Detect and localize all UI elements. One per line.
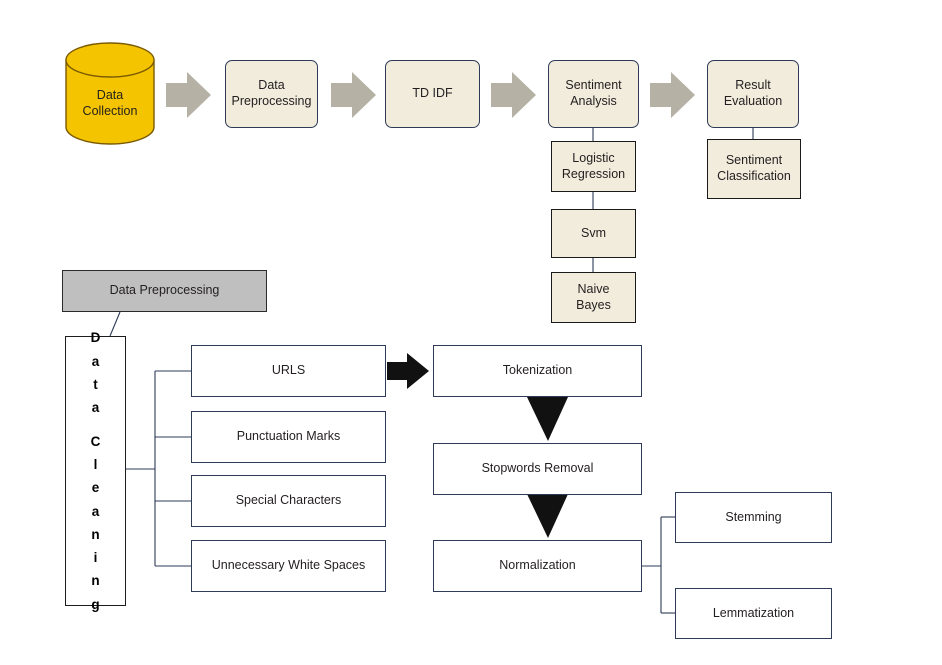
urls-label: URLS (271, 363, 306, 378)
normalization-label: Normalization (499, 558, 576, 573)
preprocessing-header-label: Data Preprocessing (109, 283, 220, 298)
logistic-regression-label: Logistic Regression (561, 150, 626, 181)
td-idf-label: TD IDF (412, 86, 453, 101)
data-cleaning-letter: a (91, 353, 100, 369)
data-cleaning-letter: g (91, 596, 100, 612)
arrow-gray-3 (491, 72, 536, 118)
tokenization-node[interactable]: Tokenization (433, 345, 642, 397)
unnecessary-white-spaces-node[interactable]: Unnecessary White Spaces (191, 540, 386, 592)
sentiment-analysis-label: Sentiment Analysis (565, 78, 622, 108)
stemming-label: Stemming (725, 509, 782, 524)
data-preprocessing-label: Data Preprocessing (231, 78, 312, 108)
data-cleaning-letter: n (91, 526, 100, 542)
data-collection-node[interactable]: Data Collection (66, 88, 154, 128)
data-cleaning-label: D a t a C l e a n i n g (91, 326, 101, 615)
sentiment-classification-node[interactable]: Sentiment Classification (707, 139, 801, 199)
data-cleaning-letter: t (93, 376, 98, 392)
lemmatization-node[interactable]: Lemmatization (675, 588, 832, 639)
data-cleaning-letter: e (91, 480, 100, 496)
naive-bayes-node[interactable]: Naive Bayes (551, 272, 636, 323)
logistic-regression-node[interactable]: Logistic Regression (551, 141, 636, 192)
tokenization-label: Tokenization (502, 363, 573, 378)
arrow-gray-1 (166, 72, 211, 118)
data-cleaning-letter: a (91, 399, 100, 415)
result-evaluation-node[interactable]: Result Evaluation (707, 60, 799, 128)
flowchart-canvas: Data Collection Data Preprocessing TD ID… (0, 0, 942, 665)
arrow-black-stopwords-to-normalization (527, 494, 568, 538)
data-cleaning-letter: D (90, 330, 101, 346)
special-characters-node[interactable]: Special Characters (191, 475, 386, 527)
arrow-black-urls-to-tokenization (387, 353, 429, 389)
svm-label: Svm (581, 225, 606, 240)
naive-bayes-label: Naive Bayes (576, 281, 611, 312)
stemming-node[interactable]: Stemming (675, 492, 832, 543)
punctuation-marks-node[interactable]: Punctuation Marks (191, 411, 386, 463)
data-cleaning-letter: a (91, 503, 100, 519)
data-cleaning-letter-gap (91, 419, 101, 430)
result-evaluation-label: Result Evaluation (723, 78, 783, 108)
arrow-gray-2 (331, 72, 376, 118)
stopwords-removal-label: Stopwords Removal (481, 461, 594, 476)
connector-preprocessing-to-cleaning (109, 311, 121, 337)
data-cleaning-letter: n (91, 573, 100, 589)
preprocessing-header-node[interactable]: Data Preprocessing (62, 270, 267, 312)
urls-node[interactable]: URLS (191, 345, 386, 397)
data-preprocessing-node[interactable]: Data Preprocessing (225, 60, 318, 128)
punctuation-marks-label: Punctuation Marks (236, 429, 341, 444)
cylinder-top (65, 42, 155, 78)
unnecessary-white-spaces-label: Unnecessary White Spaces (211, 558, 366, 573)
preprocessing-connectors (109, 311, 121, 337)
stopwords-removal-node[interactable]: Stopwords Removal (433, 443, 642, 495)
cleaning-tree-connectors (126, 370, 191, 567)
special-characters-label: Special Characters (235, 493, 342, 508)
lemmatization-label: Lemmatization (712, 605, 795, 620)
arrow-gray-4 (650, 72, 695, 118)
td-idf-node[interactable]: TD IDF (385, 60, 480, 128)
data-cleaning-letter: l (93, 457, 98, 473)
normalization-node[interactable]: Normalization (433, 540, 642, 592)
sentiment-analysis-node[interactable]: Sentiment Analysis (548, 60, 639, 128)
data-cleaning-letter: C (90, 433, 101, 449)
arrow-black-tokenization-to-stopwords (527, 397, 568, 441)
data-cleaning-letter: i (93, 550, 98, 566)
data-collection-label: Data Collection (82, 88, 138, 118)
sentiment-classification-label: Sentiment Classification (717, 153, 791, 183)
normalization-tree-connectors (641, 516, 675, 614)
svm-node[interactable]: Svm (551, 209, 636, 258)
data-cleaning-node[interactable]: D a t a C l e a n i n g (65, 330, 126, 612)
